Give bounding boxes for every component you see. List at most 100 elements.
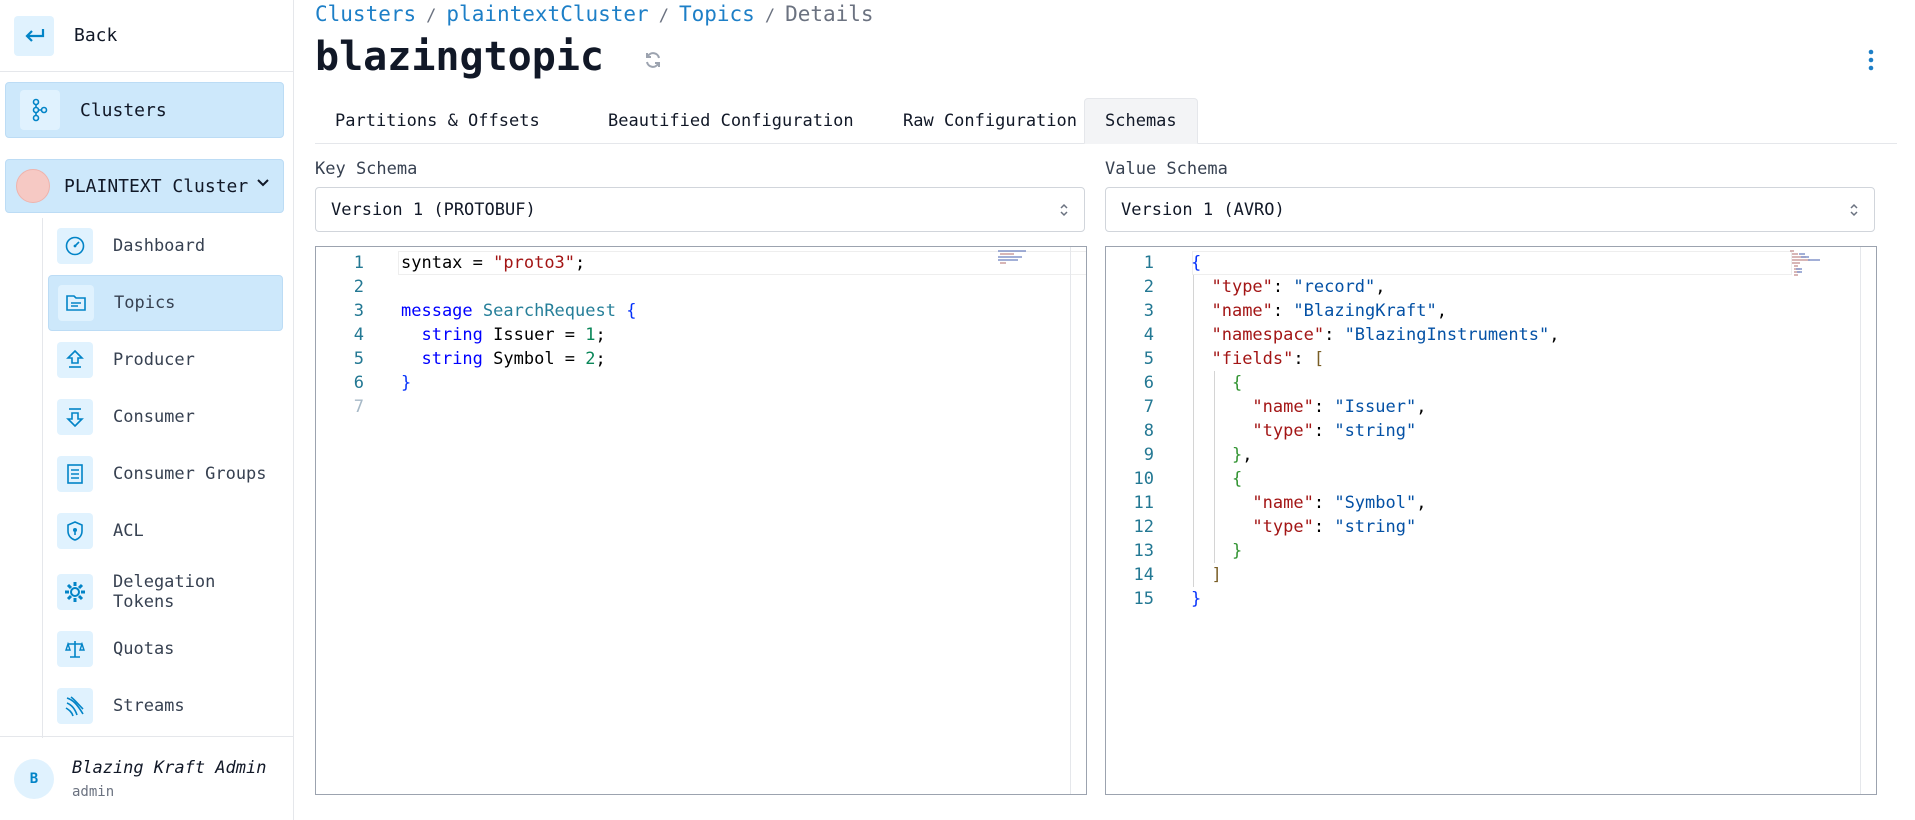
code-line: 12 "type": "string" [1106,515,1876,539]
code-text: } [1191,539,1242,563]
code-token: "Symbol" [1334,493,1417,513]
consumer-icon [57,399,93,435]
sidebar-item-acl[interactable]: ACL [48,503,283,559]
code-text: "type": "string" [1191,419,1416,443]
topics-icon [58,285,94,321]
code-token: { [1191,253,1202,273]
tab-schemas[interactable]: Schemas [1084,98,1198,144]
sidebar-item-streams[interactable]: Streams [48,678,283,734]
breadcrumb-current: Details [785,2,874,26]
code-text: "namespace": "BlazingInstruments", [1191,323,1559,347]
back-label: Back [74,25,118,46]
code-token: , [1242,445,1253,465]
code-token: message [401,301,473,321]
line-number: 5 [1143,349,1154,369]
tab-partitions-offsets[interactable]: Partitions & Offsets [315,98,560,144]
code-line: 1{ [1106,251,1876,275]
line-number: 4 [1143,325,1154,345]
code-text: string Issuer = 1; [401,323,606,347]
code-token: : [1313,397,1335,417]
editor-scrollbar[interactable] [1860,247,1876,794]
code-token: Symbol = [482,349,586,369]
code-token: syntax [401,253,463,273]
back-arrow-icon [14,15,54,56]
gear-icon [57,574,93,610]
value-schema-selected: Version 1 (AVRO) [1121,199,1285,220]
code-text: { [1191,467,1242,491]
tab-beautified-configuration[interactable]: Beautified Configuration [588,98,874,144]
avatar: B [14,758,54,799]
code-token: "BlazingInstruments" [1344,325,1550,345]
sidebar-item-consumer[interactable]: Consumer [48,389,283,445]
code-token: , [1416,397,1427,417]
code-token: } [401,373,412,393]
breadcrumb-topics[interactable]: Topics [679,2,755,26]
clusters-icon [20,90,60,130]
key-schema-label: Key Schema [315,159,418,179]
key-schema-version-select[interactable]: Version 1 (PROTOBUF) [315,187,1085,232]
code-token: 1 [585,325,596,345]
cluster-selector[interactable]: PLAINTEXT Cluster [5,159,284,213]
code-token: "Issuer" [1334,397,1417,417]
code-token: "name" [1252,493,1314,513]
sidebar-item-delegation-tokens[interactable]: Delegation Tokens [48,564,283,620]
code-token: } [1231,445,1243,465]
sidebar-item-quotas[interactable]: Quotas [48,621,283,677]
code-text: { [1191,251,1201,275]
tab-raw-configuration[interactable]: Raw Configuration [883,98,1097,144]
code-token: "string" [1334,517,1417,537]
code-line: 15} [1106,587,1876,611]
sidebar: Back Clusters PLAINTEXT Cluster Dashboar… [0,0,294,820]
code-text: ] [1191,563,1222,587]
refresh-icon[interactable] [643,50,663,74]
sidebar-item-label: Quotas [113,639,175,659]
code-token: "string" [1334,421,1417,441]
key-schema-selected: Version 1 (PROTOBUF) [331,199,536,220]
code-token: string [421,349,483,369]
value-schema-editor[interactable]: 1{2 "type": "record", 3 "name": "BlazingK… [1105,246,1877,795]
sidebar-item-topics[interactable]: Topics [48,275,283,331]
code-line: 7 [316,395,1086,419]
sidebar-item-producer[interactable]: Producer [48,332,283,388]
breadcrumb-cluster[interactable]: plaintextCluster [446,2,648,26]
code-line: 14 ] [1106,563,1876,587]
line-number: 13 [1133,541,1154,561]
shield-icon [57,513,93,549]
sidebar-item-consumer-groups[interactable]: Consumer Groups [48,446,283,502]
sidebar-item-dashboard[interactable]: Dashboard [48,218,283,274]
line-number: 15 [1133,589,1154,609]
breadcrumb-clusters[interactable]: Clusters [315,2,416,26]
user-profile[interactable]: B Blazing Kraft Admin admin [0,736,293,820]
code-line: 5 "fields": [ [1106,347,1876,371]
chevron-down-icon [255,174,271,194]
more-options-icon[interactable] [1867,48,1875,76]
nav-clusters[interactable]: Clusters [5,82,284,138]
line-number: 6 [353,373,364,393]
code-token: : [1313,517,1335,537]
value-schema-version-select[interactable]: Version 1 (AVRO) [1105,187,1875,232]
line-number: 9 [1143,445,1154,465]
back-button[interactable]: Back [0,0,293,72]
code-line: 3 message SearchRequest { [316,299,1086,323]
code-line: 8 "type": "string" [1106,419,1876,443]
code-token: ] [1211,565,1222,585]
code-token: Issuer = [482,325,586,345]
code-token: "record" [1293,277,1376,297]
line-number: 7 [1143,397,1154,417]
key-schema-editor[interactable]: 1 syntax = "proto3"; 2 3 message SearchReque… [315,246,1087,795]
code-token: ; [595,325,606,345]
cluster-name: PLAINTEXT Cluster [64,175,249,197]
code-token: = [462,253,494,273]
streams-icon [57,688,93,724]
code-text: "type": "string" [1191,515,1416,539]
editor-scrollbar[interactable] [1070,247,1086,794]
code-text: "name": "Symbol", [1191,491,1426,515]
breadcrumb-separator: / [658,6,669,26]
